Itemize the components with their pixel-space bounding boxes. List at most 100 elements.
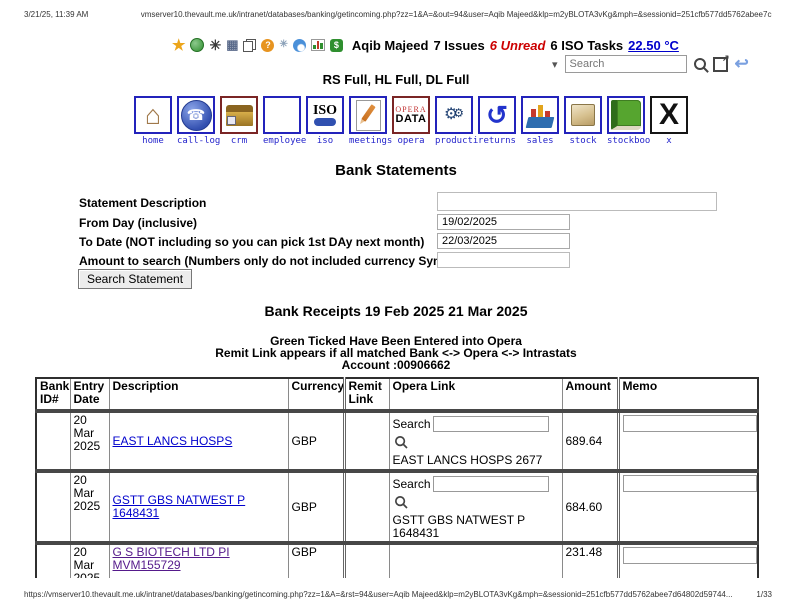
opera-search-input[interactable]	[432, 416, 549, 432]
print-footer: https://vmserver10.thevault.me.uk/intran…	[24, 590, 772, 599]
returns-arrow-icon: ↺	[486, 100, 508, 130]
temperature-link[interactable]: 22.50 °C	[628, 38, 679, 53]
nav-label: returns	[478, 136, 516, 146]
box-icon	[571, 104, 595, 126]
remit-link-cell	[342, 470, 390, 544]
description-cell: EAST LANCS HOSPS	[108, 410, 289, 472]
statement-description-input[interactable]	[437, 192, 717, 211]
amount-cell: 231.48	[561, 542, 619, 578]
nav-label: stockboo	[607, 136, 651, 146]
settings-gear-icon[interactable]: ✳	[209, 38, 221, 52]
nav-item-iso[interactable]: ISO iso	[306, 96, 344, 146]
nav-item-production[interactable]: ⚙⚙ producti	[435, 96, 479, 146]
print-header: 3/21/25, 11:39 AM vmserver10.thevault.me…	[24, 10, 772, 19]
to-date-input[interactable]	[437, 233, 570, 249]
remit-link-cell	[342, 542, 390, 578]
favourite-star-icon[interactable]: ★	[172, 38, 185, 53]
magnifier-icon[interactable]	[394, 436, 405, 447]
money-icon[interactable]: $	[329, 38, 343, 52]
to-date-label: To Date (NOT including so you can pick 1…	[79, 235, 425, 249]
col-amount: Amount	[561, 377, 619, 412]
search-icon[interactable]	[693, 58, 706, 70]
issues-count: 7 Issues	[433, 37, 485, 53]
nav-item-x[interactable]: X x	[650, 96, 688, 146]
description-link[interactable]: EAST LANCS HOSPS	[113, 434, 233, 448]
opera-data-logo-icon: OPERA DATA	[395, 104, 427, 125]
from-day-input[interactable]	[437, 214, 570, 230]
iso-tasks-count: 6 ISO Tasks	[550, 37, 624, 53]
nav-label: producti	[435, 136, 479, 146]
nav-item-opera[interactable]: OPERA DATA opera	[392, 96, 430, 146]
weather-icon[interactable]	[292, 38, 306, 52]
memo-input[interactable]	[622, 475, 757, 492]
nav-item-call-log[interactable]: ☎ call-log	[177, 96, 220, 146]
nav-item-sales[interactable]: sales	[521, 96, 559, 146]
home-icon: ⌂	[144, 100, 162, 130]
table-row: 20 Mar 2025 EAST LANCS HOSPS GBP Search …	[35, 410, 759, 472]
magnifier-icon[interactable]	[394, 496, 405, 507]
x-icon: X	[658, 98, 679, 131]
nav-label: crm	[230, 136, 248, 146]
nav-item-stock[interactable]: stock	[564, 96, 602, 146]
opera-search-label: Search	[392, 476, 431, 491]
book-icon	[611, 100, 641, 130]
memo-input[interactable]	[622, 415, 757, 432]
user-name: Aqib Majeed	[351, 37, 429, 53]
col-currency: Currency	[287, 377, 345, 412]
treasure-chest-icon	[225, 104, 253, 126]
nav-label: iso	[316, 136, 334, 146]
description-link[interactable]: GSTT GBS NATWEST P 1648431	[113, 493, 246, 520]
copy-icon[interactable]	[243, 38, 257, 52]
nav-item-meetings[interactable]: meetings	[349, 96, 392, 146]
opera-link-cell: Search EAST LANCS HOSPS 2677	[388, 410, 563, 472]
table-row: 20 Mar 2025 GSTT GBS NATWEST P 1648431 G…	[35, 470, 759, 544]
nav-item-crm[interactable]: crm	[220, 96, 258, 146]
help-icon[interactable]: ?	[261, 38, 275, 52]
chart-icon[interactable]	[310, 39, 325, 51]
bank-id-cell	[35, 410, 71, 472]
globe-icon[interactable]	[190, 38, 205, 52]
amount-search-input[interactable]	[437, 252, 570, 268]
opera-search-label: Search	[392, 416, 431, 431]
page-title: Bank Statements	[335, 162, 457, 179]
opera-link-cell	[388, 542, 563, 578]
description-cell: GSTT GBS NATWEST P 1648431	[108, 470, 289, 544]
access-rights-line: RS Full, HL Full, DL Full	[322, 72, 470, 87]
sales-chart-icon	[525, 103, 555, 128]
currency-cell: GBP	[287, 470, 345, 544]
opera-link-cell: Search GSTT GBS NATWEST P 1648431	[388, 470, 563, 544]
nav-item-stockbook[interactable]: stockboo	[607, 96, 651, 146]
chevron-down-icon[interactable]: ▾	[552, 58, 558, 71]
opera-match-text: EAST LANCS HOSPS 2677	[392, 452, 543, 467]
search-statement-button[interactable]: Search Statement	[78, 269, 193, 289]
account-number: Account :00906662	[341, 358, 451, 372]
sparkle-icon[interactable]: ✳	[279, 40, 287, 50]
nav-label: employee	[263, 136, 307, 146]
nav-label: stock	[569, 136, 597, 146]
printed-page: 3/21/25, 11:39 AM vmserver10.thevault.me…	[0, 0, 792, 612]
nav-item-home[interactable]: ⌂ home	[134, 96, 172, 146]
search-row: ▾ ↗ ↩	[552, 53, 749, 73]
nav-label: sales	[526, 136, 554, 146]
memo-input[interactable]	[622, 547, 757, 564]
iso-logo-icon: ISO	[313, 104, 337, 126]
table-row: 20 Mar 2025 G S BIOTECH LTD PI MVM155729…	[35, 542, 759, 578]
external-link-icon[interactable]: ↗	[712, 53, 730, 72]
opera-match-text: GSTT GBS NATWEST P 1648431	[392, 512, 525, 540]
toolbar: ★ ✳ ▦ ? ✳ $ Aqib Majeed 7 Issues 6 Unrea…	[172, 37, 679, 53]
amount-search-label: Amount to search (Numbers only do not in…	[79, 254, 466, 268]
nav-item-returns[interactable]: ↺ returns	[478, 96, 516, 146]
nav-item-employee[interactable]: employee	[263, 96, 307, 146]
description-link[interactable]: G S BIOTECH LTD PI MVM155729	[113, 545, 230, 572]
memo-cell	[616, 470, 759, 544]
memo-cell	[616, 410, 759, 472]
spreadsheet-icon[interactable]: ▦	[226, 38, 238, 51]
receipts-table-wrapper: Bank ID# Entry Date Description Currency…	[35, 377, 761, 578]
currency-cell: GBP	[287, 542, 345, 578]
col-entry-date: Entry Date	[69, 377, 110, 412]
opera-search-input[interactable]	[432, 476, 549, 492]
back-arrow-icon[interactable]: ↩	[735, 55, 749, 72]
search-input[interactable]	[564, 55, 687, 73]
col-remit-link: Remit Link	[342, 377, 390, 412]
col-memo: Memo	[616, 377, 759, 412]
